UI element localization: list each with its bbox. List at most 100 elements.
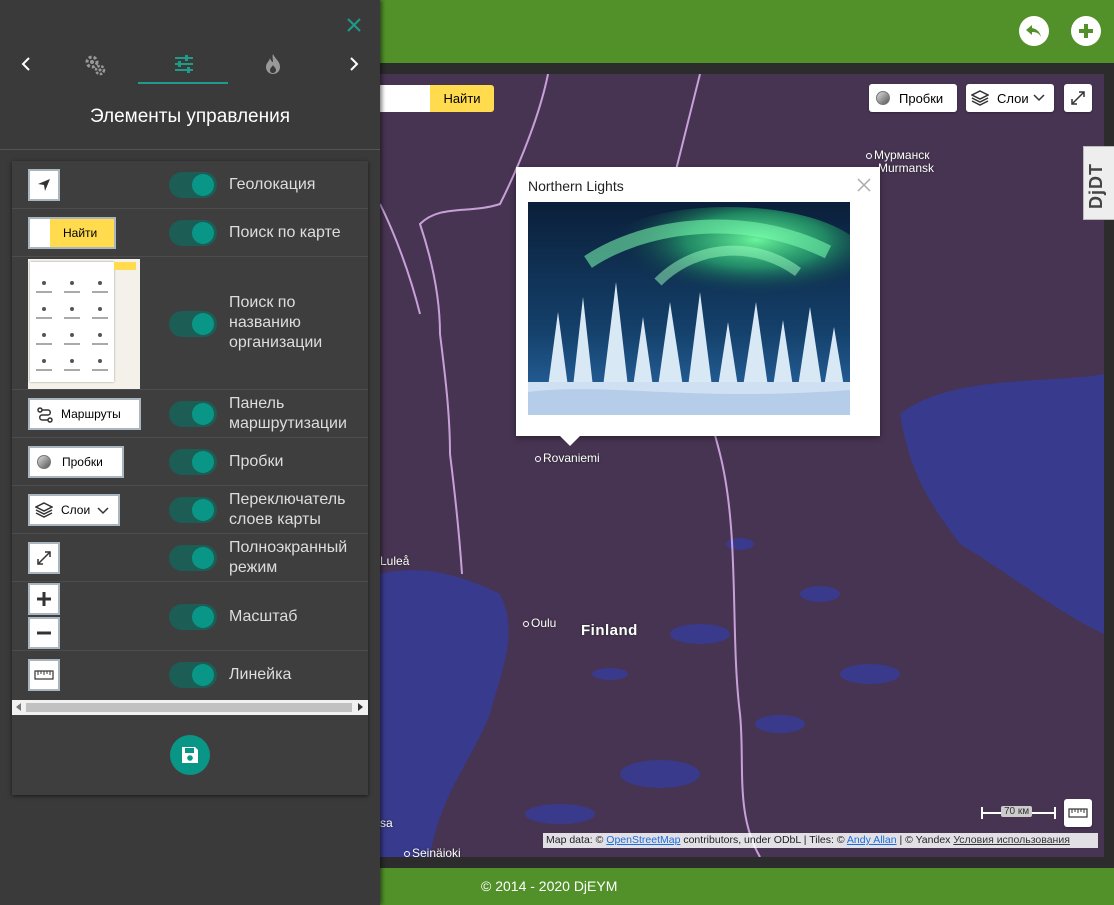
panel-divider — [0, 149, 380, 150]
panel-title: Элементы управления — [89, 106, 291, 127]
layers-toggle[interactable] — [169, 497, 217, 523]
attribution-yandex: | © Yandex — [899, 834, 951, 846]
andy-allan-link[interactable]: Andy Allan — [847, 834, 897, 846]
org-categories-icon — [36, 281, 108, 371]
zoom-label: Масштаб — [229, 608, 298, 625]
ruler-toggle[interactable] — [169, 662, 217, 688]
control-row-geolocation: Геолокация — [12, 161, 368, 209]
org-search-preview — [28, 259, 140, 389]
close-icon[interactable] — [856, 177, 872, 193]
scroll-right-icon[interactable] — [358, 703, 363, 711]
attribution-middle: contributors, under ODbL | Tiles: © — [683, 834, 845, 846]
fire-icon — [266, 54, 280, 74]
plus-icon — [37, 592, 51, 606]
control-row-traffic: Пробки Пробки — [12, 438, 368, 486]
ruler-preview — [28, 659, 60, 691]
ruler-button[interactable] — [1064, 799, 1092, 827]
expand-icon — [1071, 91, 1085, 105]
chevron-down-icon — [1033, 94, 1045, 102]
add-button[interactable] — [1071, 16, 1101, 46]
chevron-right-icon[interactable] — [348, 57, 360, 71]
fullscreen-toggle[interactable] — [169, 545, 217, 571]
routing-toggle[interactable] — [169, 401, 217, 427]
debug-toolbar-handle[interactable]: DjDT — [1083, 146, 1114, 220]
map-label-murmansk-en: Murmansk — [878, 161, 935, 175]
minus-icon — [37, 631, 51, 635]
map-label-rovaniemi: Rovaniemi — [535, 451, 600, 465]
fullscreen-preview — [28, 542, 60, 574]
map-label-oulu: Oulu — [523, 616, 556, 630]
layers-label: Переключатель слоев карты — [229, 491, 346, 528]
layers-preview: Слои — [28, 494, 120, 526]
zoom-toggle[interactable] — [169, 604, 217, 630]
map-search-preview: Найти — [28, 217, 116, 249]
fullscreen-label: Полноэкранный режим — [229, 539, 348, 576]
plus-icon — [1079, 24, 1093, 38]
undo-arrow-icon — [1026, 25, 1041, 37]
scrollbar-thumb[interactable] — [26, 703, 352, 712]
map-label-finland: Finland — [581, 622, 638, 639]
control-row-zoom: Масштаб — [12, 582, 368, 651]
layers-icon — [971, 90, 989, 106]
traffic-icon — [37, 455, 51, 469]
map-search-button[interactable]: Найти — [430, 85, 494, 112]
routing-preview: Маршруты — [28, 398, 141, 430]
scale-line: 70 км — [981, 806, 1056, 819]
routing-preview-button: Маршруты — [61, 407, 121, 421]
tab-heatmap[interactable] — [253, 50, 293, 80]
fullscreen-button[interactable] — [1064, 84, 1092, 112]
layers-button[interactable]: Слои — [966, 84, 1054, 112]
map-search-toggle[interactable] — [169, 220, 217, 246]
sliders-icon — [175, 55, 193, 73]
tab-settings[interactable] — [73, 50, 113, 80]
terms-link[interactable]: Условия использования — [953, 834, 1070, 846]
map-label-seinajoki: Seinäioki — [404, 846, 461, 857]
ruler-icon — [1068, 808, 1088, 818]
chevron-left-icon[interactable] — [20, 57, 32, 71]
tab-controls[interactable] — [163, 50, 203, 80]
map-label-lulea: Luleå — [380, 554, 410, 568]
save-button[interactable] — [170, 735, 210, 775]
gears-icon — [85, 55, 106, 76]
traffic-button[interactable]: Пробки — [869, 84, 957, 112]
map-label-murmansk: Мурманск — [866, 148, 929, 162]
map-label-sa: sa — [380, 816, 393, 830]
map-search-preview-button: Найти — [63, 226, 98, 240]
northern-lights-image — [528, 202, 850, 415]
ruler-icon — [34, 670, 54, 680]
route-icon — [37, 407, 53, 423]
controls-panel: Элементы управления Геолокация Найти Пои… — [0, 0, 380, 905]
control-row-org-search: Поиск по названию организации — [12, 257, 368, 390]
horizontal-scrollbar[interactable] — [12, 700, 368, 715]
footer: © 2014 - 2020 DjEYM — [380, 868, 1114, 905]
map-search-label: Поиск по карте — [229, 224, 341, 241]
traffic-label: Пробки — [899, 91, 944, 106]
attribution-prefix: Map data: © — [546, 834, 604, 846]
control-row-ruler: Линейка — [12, 651, 368, 699]
osm-link[interactable]: OpenStreetMap — [606, 834, 680, 846]
traffic-icon — [876, 91, 890, 105]
undo-button[interactable] — [1019, 16, 1049, 46]
scale-text: 70 км — [1001, 806, 1033, 817]
scroll-left-icon[interactable] — [16, 703, 21, 711]
active-tab-indicator — [138, 82, 228, 84]
location-arrow-icon — [38, 179, 50, 191]
traffic-label: Пробки — [229, 453, 284, 470]
zoom-out-preview — [28, 617, 60, 649]
close-icon[interactable] — [345, 16, 363, 34]
traffic-preview: Пробки — [28, 446, 124, 478]
org-search-label: Поиск по названию организации — [229, 294, 323, 351]
routing-label: Панель маршрутизации — [229, 395, 347, 432]
geolocation-toggle[interactable] — [169, 172, 217, 198]
traffic-toggle[interactable] — [169, 449, 217, 475]
layers-icon — [35, 502, 53, 518]
balloon-tail — [560, 436, 580, 446]
control-row-fullscreen: Полноэкранный режим — [12, 534, 368, 582]
map-balloon: Northern Lights — [516, 167, 880, 436]
geolocation-preview — [28, 169, 60, 201]
geolocation-label: Геолокация — [229, 176, 316, 193]
org-search-toggle[interactable] — [169, 311, 217, 337]
footer-text: © 2014 - 2020 DjEYM — [481, 878, 618, 894]
layers-preview-button: Слои — [61, 503, 91, 517]
control-row-layers: Слои Переключатель слоев карты — [12, 486, 368, 534]
